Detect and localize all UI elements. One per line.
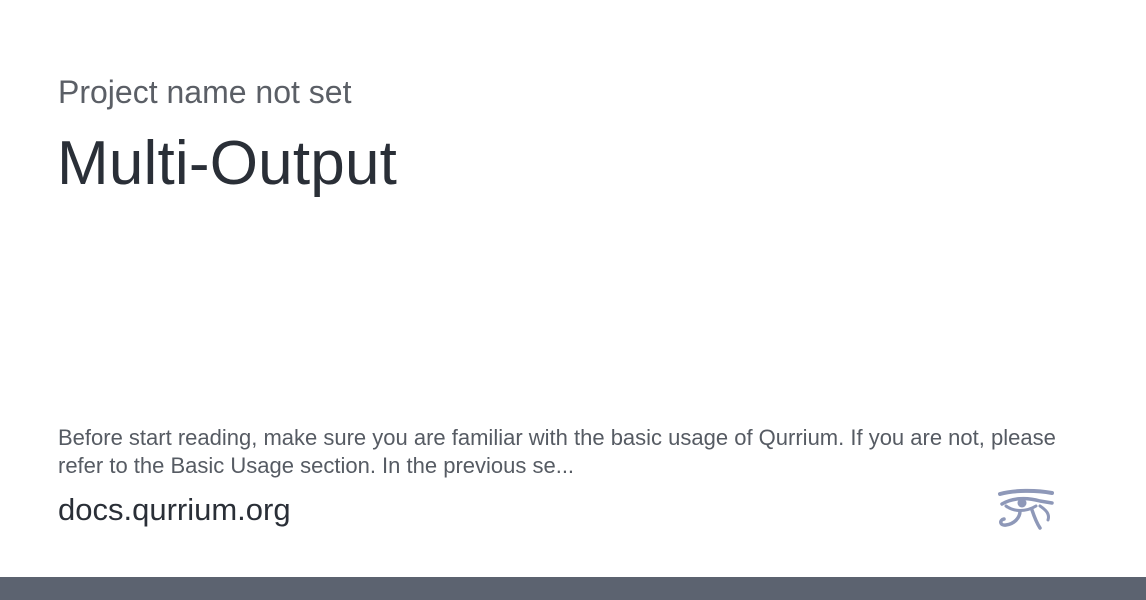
social-preview-card: Project name not set Multi-Output Before…: [0, 0, 1146, 600]
project-name: Project name not set: [58, 74, 352, 110]
page-description: Before start reading, make sure you are …: [58, 425, 1056, 478]
footer-bar: [0, 577, 1146, 600]
eye-of-horus-icon: [998, 488, 1054, 530]
page-title: Multi-Output: [57, 129, 398, 198]
site-url: docs.qurrium.org: [58, 492, 291, 527]
